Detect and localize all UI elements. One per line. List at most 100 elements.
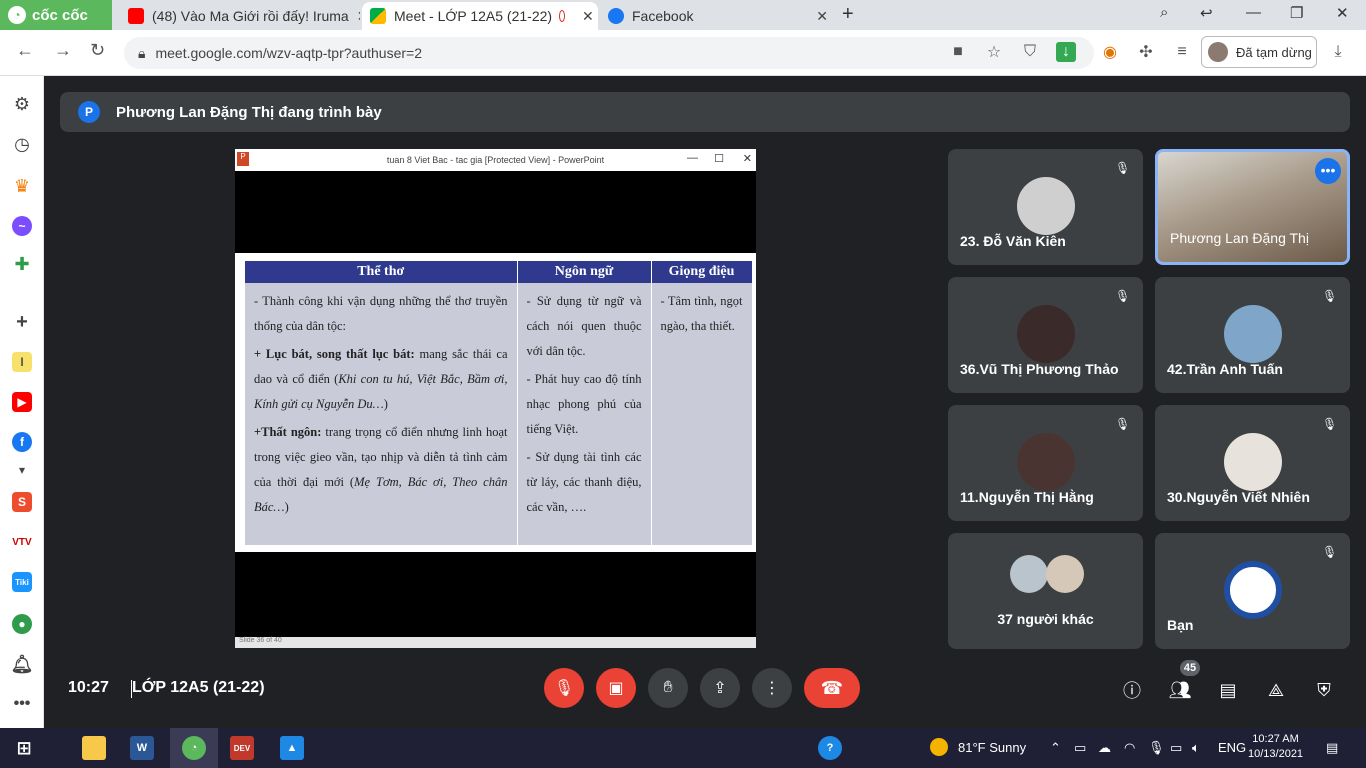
reading-list-icon[interactable]: ≡ <box>1172 42 1192 62</box>
tray-mic-icon[interactable]: 🎙︎ <box>1148 740 1165 756</box>
profile-button[interactable]: Đã tạm dừng <box>1201 36 1317 68</box>
people-icon[interactable]: 👥︎ <box>1168 678 1192 702</box>
chrome-extension-icon[interactable]: ◉ <box>1100 42 1120 62</box>
battery-icon[interactable]: ▭ <box>1170 740 1182 756</box>
end-call-button[interactable]: ☎︎ <box>804 668 860 708</box>
tray-meet-icon[interactable]: ▭ <box>1074 740 1086 756</box>
chevron-down-icon[interactable]: ▾ <box>12 460 32 480</box>
weather-sun-icon[interactable] <box>930 738 948 756</box>
raise-hand-button[interactable]: ✋︎ <box>648 668 688 708</box>
word-icon[interactable]: W <box>130 736 154 760</box>
close-tab-icon[interactable]: ✕ <box>582 8 594 25</box>
tab-meet[interactable]: Meet - LỚP 12A5 (21-22) ✕ <box>362 2 598 30</box>
wifi-icon[interactable]: ◠ <box>1124 740 1135 756</box>
meeting-info-icon[interactable]: ⓘ <box>1120 678 1144 702</box>
more-options-icon[interactable]: ••• <box>1315 158 1341 184</box>
ppt-title-bar: P tuan 8 Viet Bac - tac gia [Protected V… <box>235 149 756 171</box>
extensions-puzzle-icon[interactable]: ✣ <box>1136 42 1156 62</box>
help-icon[interactable]: ? <box>818 736 842 760</box>
vtv-icon[interactable]: VTV <box>12 532 32 552</box>
ppt-window-title: tuan 8 Viet Bac - tac gia [Protected Vie… <box>386 155 605 165</box>
tab-facebook[interactable]: Facebook ✕ <box>600 2 836 30</box>
bookmark-star-icon[interactable]: ☆ <box>984 42 1004 62</box>
hand-icon: ✋︎ <box>663 679 673 696</box>
photos-icon[interactable]: ▲ <box>280 736 304 760</box>
participant-tile[interactable]: 🎙︎ 42.Trần Anh Tuấn <box>1155 277 1350 393</box>
tray-chevron-icon[interactable]: ⌃ <box>1050 740 1061 756</box>
notification-bell-icon[interactable]: 🔔︎ <box>11 654 34 674</box>
crown-icon[interactable]: ♛ <box>12 176 32 196</box>
chat-icon[interactable]: ▤ <box>1216 678 1240 702</box>
coccoc-icon: ◔ <box>182 736 206 760</box>
meet-stage: P Phương Lan Đặng Thị đang trình bày P t… <box>44 76 1366 728</box>
add-icon[interactable]: + <box>12 311 32 333</box>
self-tile[interactable]: 🎙︎ Bạn <box>1155 533 1350 649</box>
participant-avatar <box>1016 305 1075 363</box>
windows-start-icon[interactable]: ⊞ <box>12 736 36 760</box>
participant-tile[interactable]: 🎙︎ 23. Đỗ Văn Kiên <box>948 149 1143 265</box>
more-options-button[interactable]: ⋮ <box>752 668 792 708</box>
close-icon: ✕ <box>742 153 752 165</box>
host-controls-icon[interactable]: ⛨ <box>1312 678 1336 702</box>
browser-brand-label: cốc cốc <box>32 6 88 24</box>
participant-tile-presenter[interactable]: ••• Phương Lan Đặng Thị <box>1155 149 1350 265</box>
tiki-icon[interactable]: Tiki <box>12 572 32 592</box>
maximize-button[interactable]: ❐ <box>1290 4 1303 22</box>
gamepad-icon[interactable]: ✚ <box>12 254 32 274</box>
volume-icon[interactable]: 🔈︎ <box>1192 740 1200 756</box>
forward-button[interactable]: → <box>54 40 72 61</box>
taskbar-coccoc-active[interactable]: ◔ <box>170 728 218 768</box>
coccoc-menu-button[interactable]: ◔ cốc cốc <box>0 0 112 30</box>
taskbar-date: 10/13/2021 <box>1248 748 1304 760</box>
tab-search-icon[interactable]: ⌕ <box>1160 4 1168 21</box>
browser-sidebar: ⚙ ◷ ♛ ~ ✚ + I ▶ f ▾ S VTV Tiki ● 🔔︎ ••• <box>0 76 44 728</box>
profile-status: Đã tạm dừng <box>1236 44 1312 60</box>
presentation-window: P tuan 8 Viet Bac - tac gia [Protected V… <box>235 149 756 648</box>
back-button[interactable]: ← <box>16 40 34 61</box>
minimize-button[interactable]: — <box>1246 4 1261 21</box>
back-arrow-icon[interactable]: ↩ <box>1200 4 1213 22</box>
tray-cloud-icon[interactable]: ☁ <box>1098 740 1111 756</box>
close-tab-icon[interactable]: ✕ <box>357 8 360 25</box>
shield-icon[interactable]: ⛉ <box>1020 42 1040 62</box>
activities-icon[interactable]: ⟁ <box>1264 678 1288 702</box>
close-tab-icon[interactable]: ✕ <box>816 8 828 25</box>
notes-icon[interactable]: I <box>12 352 32 372</box>
more-icon[interactable]: ••• <box>12 694 32 714</box>
file-explorer-icon[interactable] <box>82 736 106 760</box>
weather-text[interactable]: 81°F Sunny <box>958 740 1026 755</box>
history-icon[interactable]: ◷ <box>12 134 32 154</box>
messenger-icon[interactable]: ~ <box>12 216 32 236</box>
meeting-clock: 10:27 <box>68 679 109 696</box>
downloads-icon[interactable]: ⤓ <box>1328 42 1348 62</box>
shopee-icon[interactable]: S <box>12 492 32 512</box>
language-indicator[interactable]: ENG <box>1218 740 1246 755</box>
participant-tile[interactable]: 🎙︎ 30.Nguyễn Viết Nhiên <box>1155 405 1350 521</box>
phone-hangup-icon: ☎︎ <box>820 677 844 698</box>
youtube-icon[interactable]: ▶ <box>12 392 32 412</box>
reload-button[interactable]: ↻ <box>90 40 105 61</box>
cell-paragraph: - Thành công khi vận dụng những thể thơ … <box>254 294 508 333</box>
download-extension-icon[interactable]: ↓ <box>1056 42 1076 62</box>
dev-cpp-icon[interactable]: DEV <box>230 736 254 760</box>
mic-off-icon: 🎙︎ <box>553 680 575 697</box>
more-participants-tile[interactable]: 37 người khác <box>948 533 1143 649</box>
participant-avatar <box>1046 555 1084 593</box>
close-window-button[interactable]: ✕ <box>1336 4 1349 22</box>
new-tab-button[interactable]: + <box>842 3 854 26</box>
cell-paragraph: - Sử dụng từ ngữ và cách nói quen thuộc … <box>526 294 642 358</box>
taskbar-clock[interactable]: 10:27 AM 10/13/2021 <box>1248 732 1303 762</box>
soccer-icon[interactable]: ● <box>12 614 32 634</box>
participant-tile[interactable]: 🎙︎ 36.Vũ Thị Phương Thảo <box>948 277 1143 393</box>
tab-youtube[interactable]: (48) Vào Ma Giới rồi đấy! Iruma ✕ <box>120 2 360 30</box>
camera-off-button[interactable]: ▣ <box>596 668 636 708</box>
notification-center-icon[interactable]: ▤ <box>1326 740 1338 756</box>
youtube-icon <box>128 8 144 24</box>
mic-off-icon: 🎙︎ <box>1115 161 1131 175</box>
microphone-off-button[interactable]: 🎙︎ <box>544 668 584 708</box>
settings-gear-icon[interactable]: ⚙ <box>12 94 32 114</box>
present-screen-button[interactable]: ⇪ <box>700 668 740 708</box>
facebook-icon[interactable]: f <box>12 432 32 452</box>
camera-icon[interactable]: ■ <box>948 42 968 62</box>
participant-tile[interactable]: 🎙︎ 11.Nguyễn Thị Hằng <box>948 405 1143 521</box>
